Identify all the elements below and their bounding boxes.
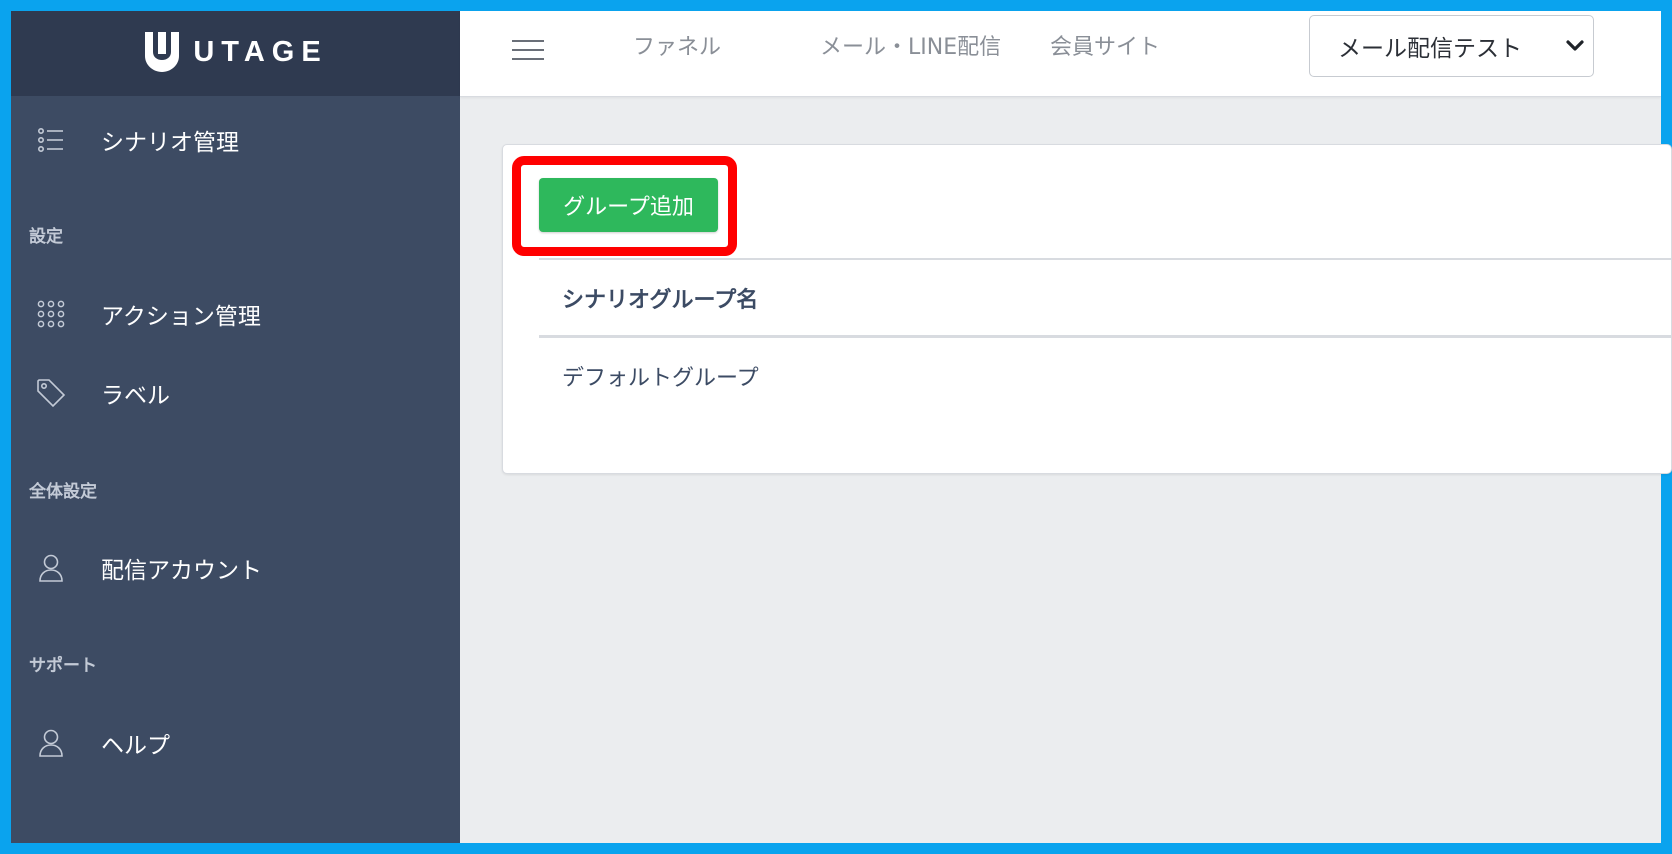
- sidebar-section-support: サポート: [29, 656, 97, 676]
- sidebar-item-label: ラベル: [101, 383, 170, 409]
- sidebar-item-label: シナリオ管理: [101, 130, 239, 156]
- chevron-down-icon: [1566, 40, 1584, 51]
- grid-dots-icon: [35, 298, 67, 330]
- top-header: ファネル メール・LINE配信 会員サイト メール配信テスト: [460, 11, 1661, 97]
- brand-name: UTAGE: [193, 35, 328, 68]
- sidebar-item-label: 配信アカウント: [101, 558, 262, 584]
- hamburger-icon[interactable]: [512, 33, 544, 65]
- sidebar: UTAGE シナリオ管理 設定 アクション管理 ラベル 全体設定 配信アカウント…: [11, 11, 460, 843]
- account-select-value: メール配信テスト: [1338, 36, 1522, 62]
- tag-icon: [35, 377, 67, 409]
- sidebar-section-global-settings: 全体設定: [29, 482, 97, 502]
- sidebar-item-scenario[interactable]: シナリオ管理: [11, 110, 460, 170]
- sidebar-item-label: ヘルプ: [101, 733, 170, 759]
- sidebar-section-settings: 設定: [29, 227, 63, 247]
- table-row[interactable]: デフォルトグループ: [562, 360, 759, 392]
- user-icon: [35, 552, 67, 584]
- user-icon: [35, 727, 67, 759]
- nav-link-mail-line[interactable]: メール・LINE配信: [820, 29, 1001, 61]
- sidebar-item-delivery-account[interactable]: 配信アカウント: [11, 538, 460, 598]
- table-header-divider: [539, 335, 1672, 338]
- sidebar-item-help[interactable]: ヘルプ: [11, 713, 460, 773]
- account-select[interactable]: メール配信テスト: [1309, 15, 1594, 77]
- utage-logo-icon: [145, 32, 180, 72]
- sidebar-item-actions[interactable]: アクション管理: [11, 284, 460, 344]
- list-icon: [35, 124, 67, 156]
- table-header-group-name: シナリオグループ名: [562, 288, 759, 313]
- sidebar-item-label: アクション管理: [101, 304, 261, 330]
- nav-link-funnel[interactable]: ファネル: [633, 29, 721, 61]
- add-group-button[interactable]: グループ追加: [539, 178, 718, 232]
- table-divider: [539, 258, 1672, 260]
- sidebar-item-labels[interactable]: ラベル: [11, 363, 460, 423]
- nav-link-member-site[interactable]: 会員サイト: [1050, 29, 1160, 61]
- brand-header: UTAGE: [11, 11, 460, 96]
